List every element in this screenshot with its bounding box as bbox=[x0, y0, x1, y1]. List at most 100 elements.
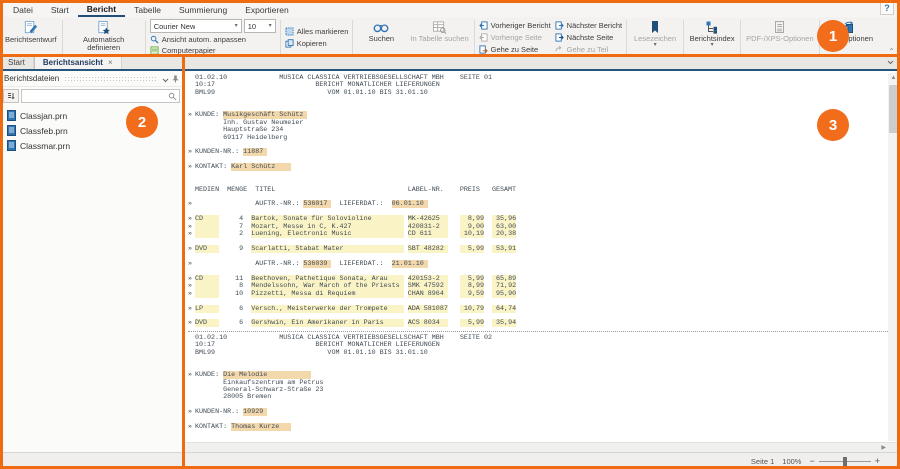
tab-berichtsansicht[interactable]: Berichtsansicht × bbox=[33, 55, 122, 69]
line-text: CD 11 Beethoven, Pathetique Sonata, Arau… bbox=[195, 274, 517, 283]
kopieren-button[interactable]: Kopieren bbox=[285, 38, 349, 49]
vorherige-seite-button[interactable]: Vorherige Seite bbox=[478, 32, 551, 43]
ribbon-tab-datei[interactable]: Datei bbox=[4, 3, 42, 17]
line-text: KONTAKT: Karl Schütz bbox=[195, 163, 292, 172]
report-line bbox=[188, 416, 888, 423]
line-marker[interactable]: » bbox=[188, 408, 195, 416]
tab-list-chevron-icon[interactable] bbox=[887, 55, 894, 69]
gehe-zu-seite-button[interactable]: Gehe zu Seite bbox=[479, 44, 551, 55]
vorheriger-bericht-button[interactable]: Vorheriger Bericht bbox=[478, 20, 551, 31]
line-marker[interactable]: » bbox=[188, 423, 195, 431]
pdf-xps-optionen-button[interactable]: PDF-/XPS-Optionen bbox=[743, 18, 817, 56]
ansicht-anpassen-button[interactable]: Ansicht autom. anpassen bbox=[150, 34, 276, 44]
chevron-down-icon[interactable] bbox=[162, 70, 169, 88]
line-text: DVD 9 Scarlatti, Stabat Mater SBT 48282 … bbox=[195, 245, 517, 254]
nav-group-left: Vorheriger Bericht Vorherige Seite Gehe … bbox=[477, 18, 553, 56]
font-name-select[interactable]: Courier New ▾ bbox=[149, 19, 242, 33]
in-tabelle-suchen-button[interactable]: In Tabelle suchen bbox=[407, 18, 471, 56]
line-gutter bbox=[188, 156, 195, 163]
berichtsentwurf-button[interactable]: Berichtsentwurf bbox=[2, 18, 60, 56]
automatisch-definieren-button[interactable]: Automatisch definieren bbox=[65, 18, 143, 56]
teile-optionen-button[interactable]: Teile-Optionen bbox=[822, 18, 876, 56]
report-line bbox=[188, 178, 888, 185]
zoom-in-button[interactable]: + bbox=[875, 456, 880, 466]
zoom-slider-thumb[interactable] bbox=[842, 456, 847, 466]
report-line bbox=[188, 141, 888, 148]
report-line: » 7 Mozart, Messe in C, K.427 420831-2 9… bbox=[188, 222, 888, 231]
font-group: Courier New ▾ 10 ▾ Ansicht autom. anpass… bbox=[148, 18, 278, 56]
highlighted-cell: ADA 581087 bbox=[407, 304, 448, 313]
help-icon[interactable]: ? bbox=[880, 2, 894, 15]
line-marker[interactable]: » bbox=[188, 319, 195, 327]
alles-markieren-label: Alles markieren bbox=[296, 26, 349, 36]
berichtsindex-button[interactable]: Berichtsindex ▾ bbox=[686, 18, 738, 56]
zoom-control: − + bbox=[809, 456, 880, 466]
highlighted-cell bbox=[195, 230, 220, 239]
report-file-item[interactable]: Classjan.prn bbox=[0, 108, 183, 123]
table-search-icon bbox=[432, 21, 447, 34]
bookmark-icon bbox=[652, 21, 659, 33]
line-marker[interactable]: » bbox=[188, 223, 195, 231]
highlighted-cell: Gershwin, Ein Amerikaner in Paris bbox=[251, 319, 404, 328]
highlighted-cell: 20,38 bbox=[492, 230, 517, 239]
report-file-name: Classfeb.prn bbox=[20, 125, 68, 136]
computerpapier-button[interactable]: Computerpapier bbox=[150, 45, 276, 55]
ribbon-separator bbox=[144, 20, 146, 54]
report-line: » DVD 9 Scarlatti, Stabat Mater SBT 48282… bbox=[188, 245, 888, 254]
ribbon-tab-bericht[interactable]: Bericht bbox=[77, 2, 126, 17]
lesezeichen-button[interactable]: Lesezeichen ▾ bbox=[629, 18, 681, 56]
line-marker[interactable]: » bbox=[188, 111, 195, 119]
highlighted-cell: DVD bbox=[195, 245, 220, 254]
line-marker[interactable]: » bbox=[188, 371, 195, 379]
line-marker[interactable]: » bbox=[188, 230, 195, 238]
gehe-zu-teil-button[interactable]: Gehe zu Teil bbox=[555, 44, 622, 55]
report-line: General-Schwarz-Straße 23 bbox=[188, 386, 888, 394]
line-marker[interactable]: » bbox=[188, 200, 195, 208]
font-size-select[interactable]: 10 ▾ bbox=[243, 19, 276, 33]
line-marker[interactable]: » bbox=[188, 305, 195, 313]
alles-markieren-button[interactable]: Alles markieren bbox=[285, 26, 349, 37]
ribbon-separator bbox=[683, 20, 685, 54]
naechste-seite-button[interactable]: Nächste Seite bbox=[555, 32, 622, 43]
chevron-down-icon: ▾ bbox=[653, 42, 657, 48]
vertical-scrollbar[interactable]: ▲ bbox=[888, 73, 899, 441]
scroll-up-icon[interactable]: ▲ bbox=[888, 73, 899, 83]
line-marker[interactable]: » bbox=[188, 148, 195, 156]
file-search-input[interactable] bbox=[22, 91, 168, 101]
scroll-right-icon[interactable]: ▶ bbox=[881, 444, 886, 452]
line-marker[interactable]: » bbox=[188, 245, 195, 253]
font-size-value: 10 bbox=[247, 21, 257, 31]
line-marker[interactable]: » bbox=[188, 275, 195, 283]
ribbon-tab-start[interactable]: Start bbox=[42, 3, 78, 17]
ribbon: Datei Start Bericht Tabelle Summierung E… bbox=[0, 0, 900, 56]
highlighted-cell: CD 611 bbox=[407, 230, 448, 239]
chevron-down-icon: ▾ bbox=[268, 22, 272, 29]
line-marker[interactable]: » bbox=[188, 290, 195, 298]
report-line: » 2 Luening, Electronic Music CD 611 10,… bbox=[188, 230, 888, 239]
ribbon-tab-tabelle[interactable]: Tabelle bbox=[125, 3, 170, 17]
line-marker[interactable]: » bbox=[188, 215, 195, 223]
line-gutter bbox=[188, 134, 195, 141]
line-gutter bbox=[188, 431, 195, 438]
report-line: » 10 Pizzetti, Messa di Requiem CHAN 896… bbox=[188, 289, 888, 298]
vertical-scrollbar-thumb[interactable] bbox=[889, 85, 898, 133]
line-marker[interactable]: » bbox=[188, 282, 195, 290]
highlighted-field: 536039 bbox=[303, 259, 332, 268]
pdf-xps-optionen-label: PDF-/XPS-Optionen bbox=[746, 34, 814, 43]
horizontal-scrollbar[interactable]: ▶ bbox=[184, 442, 900, 452]
suchen-button[interactable]: Suchen bbox=[355, 18, 407, 56]
tab-start[interactable]: Start bbox=[0, 55, 34, 69]
report-file-item[interactable]: Classmar.prn bbox=[0, 138, 183, 153]
line-marker[interactable]: » bbox=[188, 260, 195, 268]
ribbon-tab-summierung[interactable]: Summierung bbox=[170, 3, 236, 17]
zoom-slider[interactable] bbox=[818, 456, 871, 466]
naechster-bericht-button[interactable]: Nächster Bericht bbox=[555, 20, 622, 31]
zoom-out-button[interactable]: − bbox=[809, 456, 814, 466]
ribbon-tab-exportieren[interactable]: Exportieren bbox=[236, 3, 297, 17]
line-marker[interactable]: » bbox=[188, 163, 195, 171]
pin-icon[interactable] bbox=[172, 70, 179, 88]
report-file-item[interactable]: Classfeb.prn bbox=[0, 123, 183, 138]
sort-icon[interactable] bbox=[3, 89, 19, 103]
ribbon-tab-bar: Datei Start Bericht Tabelle Summierung E… bbox=[0, 0, 900, 17]
close-tab-icon[interactable]: × bbox=[108, 58, 113, 67]
